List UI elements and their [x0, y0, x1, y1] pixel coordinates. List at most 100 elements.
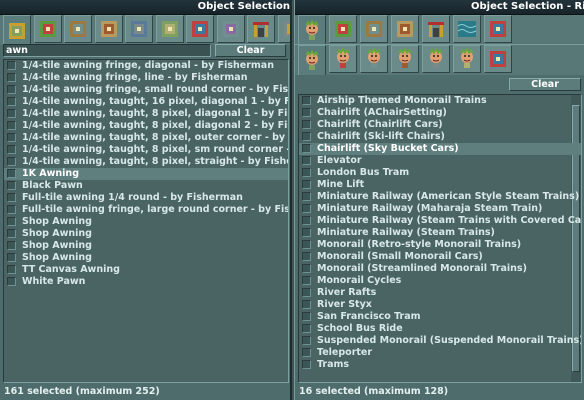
list-item[interactable]: 1/4-tile awning, taught, 8 pixel, outer … — [4, 132, 288, 144]
item-checkbox[interactable] — [302, 324, 311, 333]
item-checkbox[interactable] — [302, 240, 311, 249]
item-checkbox[interactable] — [302, 312, 311, 321]
item-checkbox[interactable] — [7, 109, 16, 118]
list-item[interactable]: Miniature Railway (Steam Trains) — [299, 227, 581, 239]
list-item[interactable]: 1/4-tile awning, taught, 8 pixel, straig… — [4, 156, 288, 168]
item-checkbox[interactable] — [302, 120, 311, 129]
tab-ride-object[interactable] — [298, 15, 326, 45]
list-item[interactable]: Airship Themed Monorail Trains — [299, 95, 581, 107]
item-checkbox[interactable] — [302, 276, 311, 285]
ride-list[interactable]: Airship Themed Monorail Trains Chairlift … — [298, 94, 582, 383]
list-item[interactable]: Teleporter — [299, 347, 581, 359]
item-checkbox[interactable] — [302, 360, 311, 369]
tab-tree-object[interactable] — [3, 15, 31, 45]
tab-water[interactable] — [453, 15, 481, 43]
tab-entrance[interactable] — [247, 15, 275, 43]
tab-station-object[interactable] — [125, 15, 153, 43]
list-item[interactable]: Miniature Railway (American Style Steam … — [299, 191, 581, 203]
list-item[interactable]: River Rafts — [299, 287, 581, 299]
item-checkbox[interactable] — [302, 348, 311, 357]
list-item[interactable]: White Pawn — [4, 276, 288, 288]
tab-thrill-rides[interactable] — [422, 45, 450, 73]
list-item[interactable]: 1K Awning — [4, 168, 288, 180]
item-checkbox[interactable] — [302, 156, 311, 165]
list-item[interactable]: Trams — [299, 359, 581, 371]
list-item[interactable]: 1/4-tile awning fringe, line - by Fisher… — [4, 72, 288, 84]
object-list[interactable]: 1/4-tile awning fringe, diagonal - by Fi… — [3, 59, 289, 383]
list-item[interactable]: 1/4-tile awning fringe, small round corn… — [4, 84, 288, 96]
tab-transport-rides[interactable] — [329, 45, 357, 73]
item-checkbox[interactable] — [302, 204, 311, 213]
list-item[interactable]: Chairlift (Chairlift Cars) — [299, 119, 581, 131]
item-checkbox[interactable] — [7, 169, 16, 178]
search-input[interactable]: awn — [3, 44, 211, 57]
tab-banner[interactable] — [186, 15, 214, 43]
list-item[interactable]: Full-tile awning fringe, large round cor… — [4, 204, 288, 216]
list-item[interactable]: Miniature Railway (Steam Trains with Cov… — [299, 215, 581, 227]
item-checkbox[interactable] — [302, 168, 311, 177]
item-checkbox[interactable] — [7, 217, 16, 226]
list-item[interactable]: Shop Awning — [4, 228, 288, 240]
tab-shops-stalls[interactable] — [484, 45, 512, 73]
list-item[interactable]: London Bus Tram — [299, 167, 581, 179]
tab-scenery-group[interactable] — [155, 15, 184, 43]
tab-wall-pattern[interactable] — [216, 15, 245, 43]
list-item[interactable]: Miniature Railway (Maharaja Steam Train) — [299, 203, 581, 215]
list-item[interactable]: School Bus Ride — [299, 323, 581, 335]
tab-water-rides[interactable] — [453, 45, 481, 73]
tab-peep-animation[interactable] — [484, 15, 512, 43]
item-checkbox[interactable] — [7, 61, 16, 70]
list-item[interactable]: Shop Awning — [4, 252, 288, 264]
item-checkbox[interactable] — [302, 300, 311, 309]
item-checkbox[interactable] — [302, 288, 311, 297]
tab-scenery-object[interactable] — [329, 15, 357, 43]
item-checkbox[interactable] — [7, 181, 16, 190]
item-checkbox[interactable] — [302, 144, 311, 153]
item-checkbox[interactable] — [7, 205, 16, 214]
item-checkbox[interactable] — [7, 97, 16, 106]
tab-path-object[interactable] — [94, 15, 123, 43]
tab-rollercoasters[interactable] — [391, 45, 419, 73]
item-checkbox[interactable] — [7, 85, 16, 94]
tab-gentle-rides[interactable] — [360, 45, 388, 73]
list-item[interactable]: TT Canvas Awning — [4, 264, 288, 276]
item-checkbox[interactable] — [302, 228, 311, 237]
tab-footpath[interactable] — [277, 15, 290, 43]
list-item[interactable]: 1/4-tile awning, taught, 8 pixel, diagon… — [4, 108, 288, 120]
tab-all-rides[interactable] — [298, 45, 326, 75]
list-item[interactable]: 1/4-tile awning, taught, 8 pixel, sm rou… — [4, 144, 288, 156]
list-item[interactable]: River Styx — [299, 299, 581, 311]
item-checkbox[interactable] — [302, 96, 311, 105]
item-checkbox[interactable] — [7, 73, 16, 82]
list-item[interactable]: Shop Awning — [4, 216, 288, 228]
list-item[interactable]: Shop Awning — [4, 240, 288, 252]
tab-entrance[interactable] — [422, 15, 450, 43]
item-checkbox[interactable] — [7, 265, 16, 274]
list-item[interactable]: Black Pawn — [4, 180, 288, 192]
list-item[interactable]: Monorail Cycles — [299, 275, 581, 287]
item-checkbox[interactable] — [7, 157, 16, 166]
list-item[interactable]: Monorail (Small Monorail Cars) — [299, 251, 581, 263]
tab-wall-object[interactable] — [33, 15, 62, 43]
item-checkbox[interactable] — [7, 121, 16, 130]
item-checkbox[interactable] — [7, 277, 16, 286]
window-titlebar[interactable]: Object Selection - Rid — [295, 0, 584, 15]
list-item[interactable]: Chairlift (Sky Bucket Cars) — [299, 143, 581, 155]
item-checkbox[interactable] — [7, 145, 16, 154]
list-item[interactable]: Monorail (Streamlined Monorail Trains) — [299, 263, 581, 275]
item-checkbox[interactable] — [7, 241, 16, 250]
tab-path-object[interactable] — [360, 15, 388, 43]
item-checkbox[interactable] — [302, 336, 311, 345]
list-item[interactable]: Chairlift (Ski-lift Chairs) — [299, 131, 581, 143]
item-checkbox[interactable] — [302, 108, 311, 117]
item-checkbox[interactable] — [302, 132, 311, 141]
clear-button[interactable]: Clear — [215, 44, 286, 57]
item-checkbox[interactable] — [7, 193, 16, 202]
clear-button[interactable]: Clear — [509, 78, 581, 91]
item-checkbox[interactable] — [7, 133, 16, 142]
list-item[interactable]: Monorail (Retro-style Monorail Trains) — [299, 239, 581, 251]
list-item[interactable]: 1/4-tile awning fringe, diagonal - by Fi… — [4, 60, 288, 72]
tab-station-object[interactable] — [391, 15, 419, 43]
list-item[interactable]: Chairlift (AChairSetting) — [299, 107, 581, 119]
item-checkbox[interactable] — [7, 253, 16, 262]
